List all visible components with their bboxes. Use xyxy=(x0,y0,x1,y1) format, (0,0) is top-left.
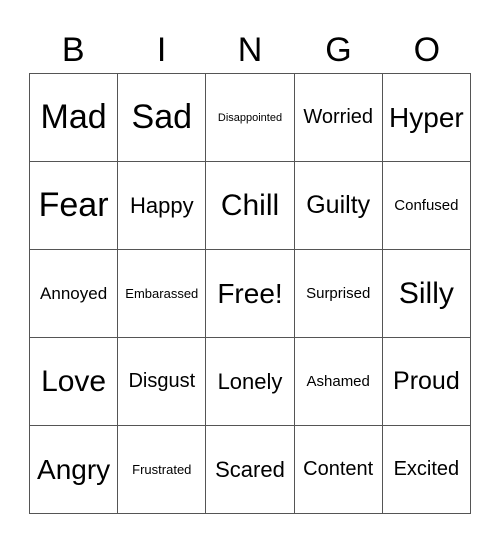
bingo-cell[interactable]: Hyper xyxy=(382,74,471,162)
bingo-cell[interactable]: Confused xyxy=(382,162,471,250)
bingo-cell[interactable]: Scared xyxy=(206,426,295,514)
bingo-cell[interactable]: Happy xyxy=(118,162,207,250)
bingo-cell[interactable]: Frustrated xyxy=(118,426,207,514)
bingo-cell[interactable]: Disgust xyxy=(118,338,207,426)
bingo-cell[interactable]: Content xyxy=(294,426,383,514)
bingo-cell[interactable]: Proud xyxy=(382,338,471,426)
bingo-cell[interactable]: Silly xyxy=(382,250,471,338)
bingo-cell[interactable]: Mad xyxy=(30,74,119,162)
bingo-cell[interactable]: Excited xyxy=(382,426,471,514)
bingo-cell[interactable]: Ashamed xyxy=(294,338,383,426)
bingo-cell[interactable]: Embarassed xyxy=(118,250,207,338)
bingo-board: Mad Sad Disappointed Worried Hyper Fear … xyxy=(29,73,471,514)
bingo-cell[interactable]: Worried xyxy=(294,74,383,162)
bingo-cell[interactable]: Guilty xyxy=(294,162,383,250)
bingo-cell[interactable]: Love xyxy=(30,338,119,426)
header-letter-i: I xyxy=(156,31,167,69)
header-letter-n: N xyxy=(237,31,263,69)
header-letter-o: O xyxy=(413,31,441,69)
bingo-cell[interactable]: Chill xyxy=(206,162,295,250)
header-letter-g: G xyxy=(325,31,352,69)
bingo-cell[interactable]: Sad xyxy=(118,74,207,162)
bingo-cell[interactable]: Angry xyxy=(30,426,119,514)
bingo-header: B I N G O xyxy=(29,28,471,72)
bingo-cell[interactable]: Disappointed xyxy=(206,74,295,162)
header-letter-b: B xyxy=(61,31,85,69)
bingo-cell[interactable]: Fear xyxy=(30,162,119,250)
bingo-cell[interactable]: Surprised xyxy=(294,250,383,338)
bingo-cell[interactable]: Lonely xyxy=(206,338,295,426)
bingo-cell[interactable]: Annoyed xyxy=(30,250,119,338)
free-space-cell[interactable]: Free! xyxy=(206,250,295,338)
